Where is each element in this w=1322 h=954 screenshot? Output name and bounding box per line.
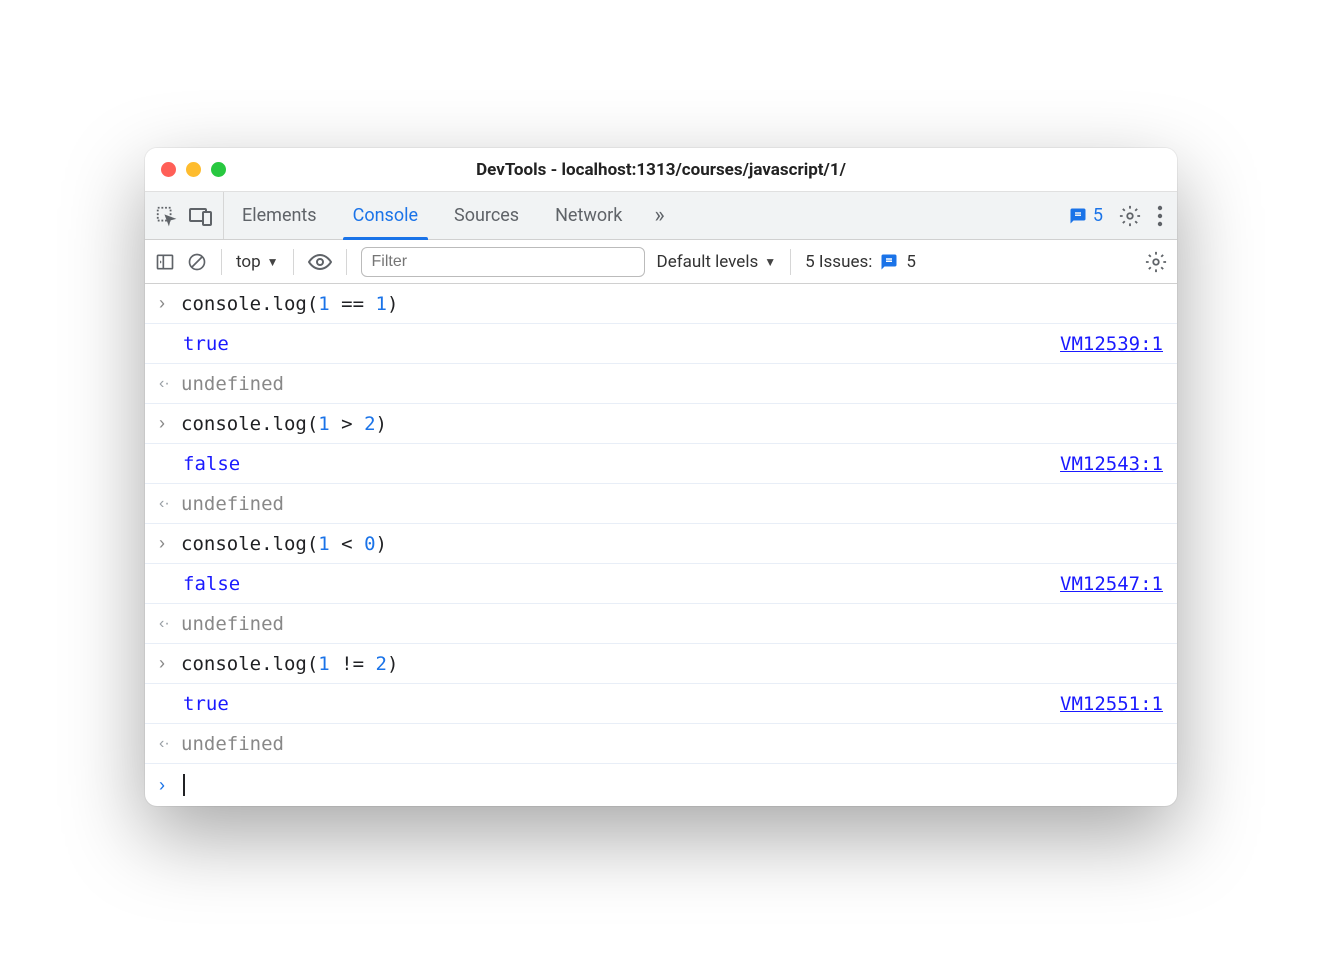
maximize-window-button[interactable] [211,162,226,177]
toggle-sidebar-icon[interactable] [155,252,175,272]
console-prompt[interactable]: › [145,764,1177,806]
console-body: › console.log(1 == 1) true VM12539:1 ‹· … [145,284,1177,806]
more-menu-icon[interactable] [1157,205,1163,227]
issues-summary[interactable]: 5 Issues: 5 [805,252,916,272]
console-output-row: false VM12547:1 [145,564,1177,604]
window-title: DevTools - localhost:1313/courses/javasc… [145,160,1177,180]
levels-label: Default levels [657,252,759,272]
input-arrow-icon: › [159,653,181,674]
console-input-code: console.log(1 != 2) [181,653,398,675]
issues-text: 5 Issues: [805,252,872,272]
clear-console-icon[interactable] [187,252,207,272]
eye-icon[interactable] [308,252,332,272]
settings-icon[interactable] [1119,205,1141,227]
context-dropdown[interactable]: top ▼ [236,252,279,272]
message-icon [880,253,898,271]
console-output-row: false VM12543:1 [145,444,1177,484]
message-icon [1069,207,1087,225]
console-input-code: console.log(1 > 2) [181,413,387,435]
divider [346,249,347,275]
titlebar: DevTools - localhost:1313/courses/javasc… [145,148,1177,192]
console-return-row: ‹· undefined [145,364,1177,404]
tabbar: Elements Console Sources Network » 5 [145,192,1177,240]
return-arrow-icon: ‹· [159,375,181,393]
tab-elements[interactable]: Elements [224,192,335,239]
console-input-code: console.log(1 < 0) [181,533,387,555]
console-input-row: › console.log(1 < 0) [145,524,1177,564]
tabbar-tools [145,192,224,239]
console-return-row: ‹· undefined [145,484,1177,524]
tab-console[interactable]: Console [335,192,436,239]
divider [790,249,791,275]
levels-dropdown[interactable]: Default levels ▼ [657,252,777,272]
console-return-value: undefined [181,733,284,755]
prompt-arrow-icon: › [159,775,181,796]
chevron-down-icon: ▼ [267,255,279,269]
console-return-value: undefined [181,373,284,395]
return-arrow-icon: ‹· [159,735,181,753]
issues-count: 5 [906,252,916,272]
device-toolbar-icon[interactable] [189,206,213,226]
chevron-down-icon: ▼ [764,255,776,269]
console-input-row: › console.log(1 != 2) [145,644,1177,684]
minimize-window-button[interactable] [186,162,201,177]
console-output-row: true VM12539:1 [145,324,1177,364]
console-input-row: › console.log(1 > 2) [145,404,1177,444]
input-arrow-icon: › [159,413,181,434]
more-tabs-button[interactable]: » [640,192,678,239]
divider [221,249,222,275]
source-link[interactable]: VM12539:1 [1060,333,1163,355]
tabbar-right: 5 [1069,192,1177,239]
console-return-row: ‹· undefined [145,724,1177,764]
input-arrow-icon: › [159,533,181,554]
console-settings-icon[interactable] [1145,251,1167,273]
console-output-value: false [183,573,240,595]
source-link[interactable]: VM12547:1 [1060,573,1163,595]
console-return-row: ‹· undefined [145,604,1177,644]
cursor [183,774,185,796]
source-link[interactable]: VM12551:1 [1060,693,1163,715]
devtools-window: DevTools - localhost:1313/courses/javasc… [145,148,1177,806]
inspect-element-icon[interactable] [155,205,177,227]
console-output-value: true [183,333,229,355]
tab-network[interactable]: Network [537,192,640,239]
console-input-row: › console.log(1 == 1) [145,284,1177,324]
return-arrow-icon: ‹· [159,615,181,633]
console-output-value: true [183,693,229,715]
issues-badge[interactable]: 5 [1069,205,1103,226]
source-link[interactable]: VM12543:1 [1060,453,1163,475]
console-return-value: undefined [181,613,284,635]
context-label: top [236,252,261,272]
console-input-code: console.log(1 == 1) [181,293,398,315]
traffic-lights [161,162,226,177]
return-arrow-icon: ‹· [159,495,181,513]
divider [293,249,294,275]
console-output-value: false [183,453,240,475]
input-arrow-icon: › [159,293,181,314]
issues-count: 5 [1093,205,1103,226]
tabs: Elements Console Sources Network [224,192,640,239]
tab-sources[interactable]: Sources [436,192,537,239]
console-output-row: true VM12551:1 [145,684,1177,724]
console-toolbar: top ▼ Default levels ▼ 5 Issues: 5 [145,240,1177,284]
filter-input[interactable] [361,247,645,277]
console-return-value: undefined [181,493,284,515]
close-window-button[interactable] [161,162,176,177]
